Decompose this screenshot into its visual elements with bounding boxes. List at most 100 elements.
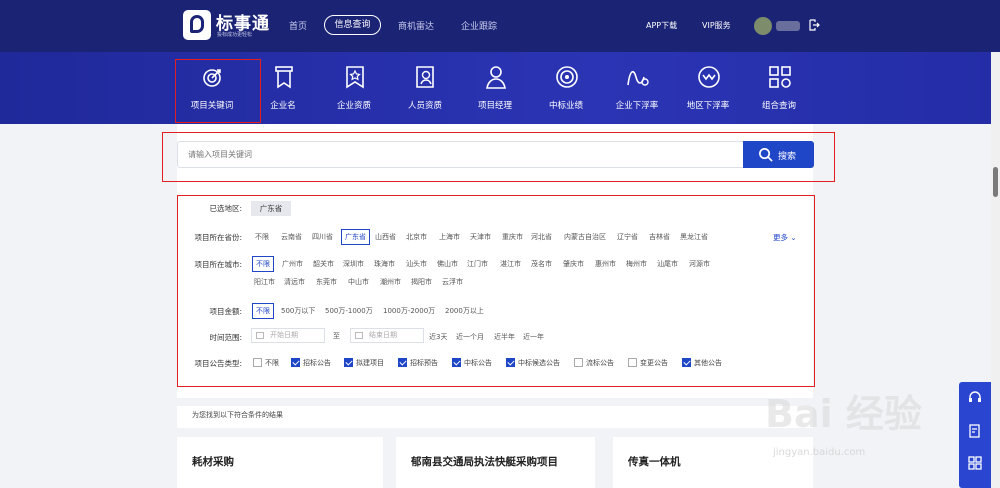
scrollbar[interactable]: [991, 52, 1000, 488]
city-option[interactable]: 不限: [252, 256, 274, 272]
province-option[interactable]: 山西省: [375, 232, 396, 242]
start-date-field[interactable]: 开始日期: [251, 328, 325, 343]
notice-type-option-label[interactable]: 中标公告: [464, 358, 492, 368]
category-region-discount-rate[interactable]: 地区下浮率: [673, 52, 743, 122]
notice-type-checkbox[interactable]: [682, 358, 691, 367]
notice-type-checkbox[interactable]: [291, 358, 300, 367]
city-option[interactable]: 广州市: [282, 259, 303, 269]
nav-home[interactable]: 首页: [289, 19, 307, 32]
nav-opportunity-radar[interactable]: 商机雷达: [398, 19, 434, 32]
search-input[interactable]: [177, 141, 744, 168]
notice-type-checkbox[interactable]: [398, 358, 407, 367]
city-option[interactable]: 佛山市: [437, 259, 458, 269]
logout-icon[interactable]: [808, 19, 820, 31]
amount-option[interactable]: 500万以下: [281, 306, 315, 316]
result-card-title: 耗材采购: [192, 456, 234, 468]
category-project-manager[interactable]: 项目经理: [460, 52, 530, 122]
brand-logo[interactable]: [183, 10, 211, 40]
province-option[interactable]: 吉林省: [649, 232, 670, 242]
province-option[interactable]: 四川省: [312, 232, 333, 242]
notice-type-checkbox[interactable]: [344, 358, 353, 367]
city-option[interactable]: 清远市: [284, 277, 305, 287]
city-option[interactable]: 肇庆市: [563, 259, 584, 269]
star-bookmark-icon: [346, 66, 364, 89]
city-option[interactable]: 东莞市: [316, 277, 337, 287]
notice-type-option-label[interactable]: 拟建项目: [356, 358, 384, 368]
notice-type-option-label[interactable]: 其他公告: [694, 358, 722, 368]
nav-info-query[interactable]: 信息查询: [324, 15, 381, 35]
notice-type-option-label[interactable]: 流标公告: [586, 358, 614, 368]
province-option[interactable]: 黑龙江省: [680, 232, 708, 242]
category-company-qualification[interactable]: 企业资质: [319, 52, 389, 122]
province-option[interactable]: 内蒙古自治区: [564, 232, 606, 242]
end-date-field[interactable]: 结束日期: [350, 328, 424, 343]
calendar-icon: [256, 332, 264, 339]
grid-menu-icon[interactable]: [968, 456, 982, 470]
city-option[interactable]: 潮州市: [380, 277, 401, 287]
notice-type-checkbox[interactable]: [506, 358, 515, 367]
city-option[interactable]: 梅州市: [626, 259, 647, 269]
province-label: 项目所在省份:: [194, 233, 242, 242]
city-option[interactable]: 茂名市: [531, 259, 552, 269]
search-button[interactable]: 搜索: [743, 141, 814, 168]
notice-type-option-label[interactable]: 招标公告: [303, 358, 331, 368]
city-option[interactable]: 阳江市: [254, 277, 275, 287]
notice-type-option-label[interactable]: 招标预告: [410, 358, 438, 368]
result-card[interactable]: 传真一体机: [613, 437, 813, 488]
city-option[interactable]: 惠州市: [595, 259, 616, 269]
category-personnel-qualification[interactable]: 人员资质: [390, 52, 460, 122]
amount-option[interactable]: 不限: [252, 303, 274, 319]
quick-range-option[interactable]: 近一年: [523, 332, 544, 342]
avatar[interactable]: [754, 17, 772, 35]
edit-document-icon[interactable]: [968, 424, 982, 438]
scrollbar-thumb[interactable]: [993, 167, 998, 197]
province-option[interactable]: 广东省: [341, 229, 370, 245]
notice-type-option-label[interactable]: 不限: [265, 358, 279, 368]
notice-type-option-label[interactable]: 中标候选公告: [518, 358, 560, 368]
result-card[interactable]: 郁南县交通局执法快艇采购项目: [396, 437, 595, 488]
more-provinces-button[interactable]: 更多 ⌄: [773, 232, 797, 243]
city-option[interactable]: 深圳市: [343, 259, 364, 269]
province-option[interactable]: 上海市: [439, 232, 460, 242]
province-option[interactable]: 天津市: [470, 232, 491, 242]
amount-option[interactable]: 1000万-2000万: [383, 306, 435, 316]
city-option[interactable]: 河源市: [689, 259, 710, 269]
province-option[interactable]: 北京市: [406, 232, 427, 242]
province-option[interactable]: 河北省: [531, 232, 552, 242]
city-option[interactable]: 湛江市: [500, 259, 521, 269]
notice-type-checkbox[interactable]: [574, 358, 583, 367]
city-option[interactable]: 珠海市: [374, 259, 395, 269]
city-option[interactable]: 江门市: [467, 259, 488, 269]
category-combined-query[interactable]: 组合查询: [744, 52, 814, 122]
quick-range-option[interactable]: 近半年: [494, 332, 515, 342]
city-option[interactable]: 揭阳市: [411, 277, 432, 287]
quick-range-option[interactable]: 近3天: [429, 332, 447, 342]
amount-option[interactable]: 500万-1000万: [325, 306, 373, 316]
notice-type-checkbox[interactable]: [253, 358, 262, 367]
province-option[interactable]: 云南省: [281, 232, 302, 242]
city-option[interactable]: 汕头市: [406, 259, 427, 269]
selected-region-chip[interactable]: 广东省: [251, 201, 291, 216]
nav-company-tracking[interactable]: 企业跟踪: [461, 19, 497, 32]
province-option[interactable]: 辽宁省: [617, 232, 638, 242]
city-option[interactable]: 中山市: [348, 277, 369, 287]
category-bid-performance[interactable]: 中标业绩: [531, 52, 601, 122]
city-option[interactable]: 汕尾市: [657, 259, 678, 269]
amount-option[interactable]: 2000万以上: [445, 306, 484, 316]
notice-type-option-label[interactable]: 变更公告: [640, 358, 668, 368]
city-option[interactable]: 韶关市: [313, 259, 334, 269]
category-company-discount-rate[interactable]: 企业下浮率: [602, 52, 672, 122]
top-navigation-bar: [0, 0, 1000, 52]
result-card[interactable]: 耗材采购: [177, 437, 383, 488]
notice-type-checkbox[interactable]: [628, 358, 637, 367]
app-download-link[interactable]: APP下载: [646, 20, 677, 31]
notice-type-checkbox[interactable]: [452, 358, 461, 367]
vip-service-link[interactable]: VIP服务: [702, 20, 731, 31]
province-option[interactable]: 不限: [255, 232, 269, 242]
province-option[interactable]: 重庆市: [502, 232, 523, 242]
person-icon: [486, 66, 506, 89]
quick-range-option[interactable]: 近一个月: [456, 332, 484, 342]
city-option[interactable]: 云浮市: [442, 277, 463, 287]
headset-icon[interactable]: [968, 390, 982, 404]
watermark-url: jingyan.baidu.com: [773, 447, 866, 458]
